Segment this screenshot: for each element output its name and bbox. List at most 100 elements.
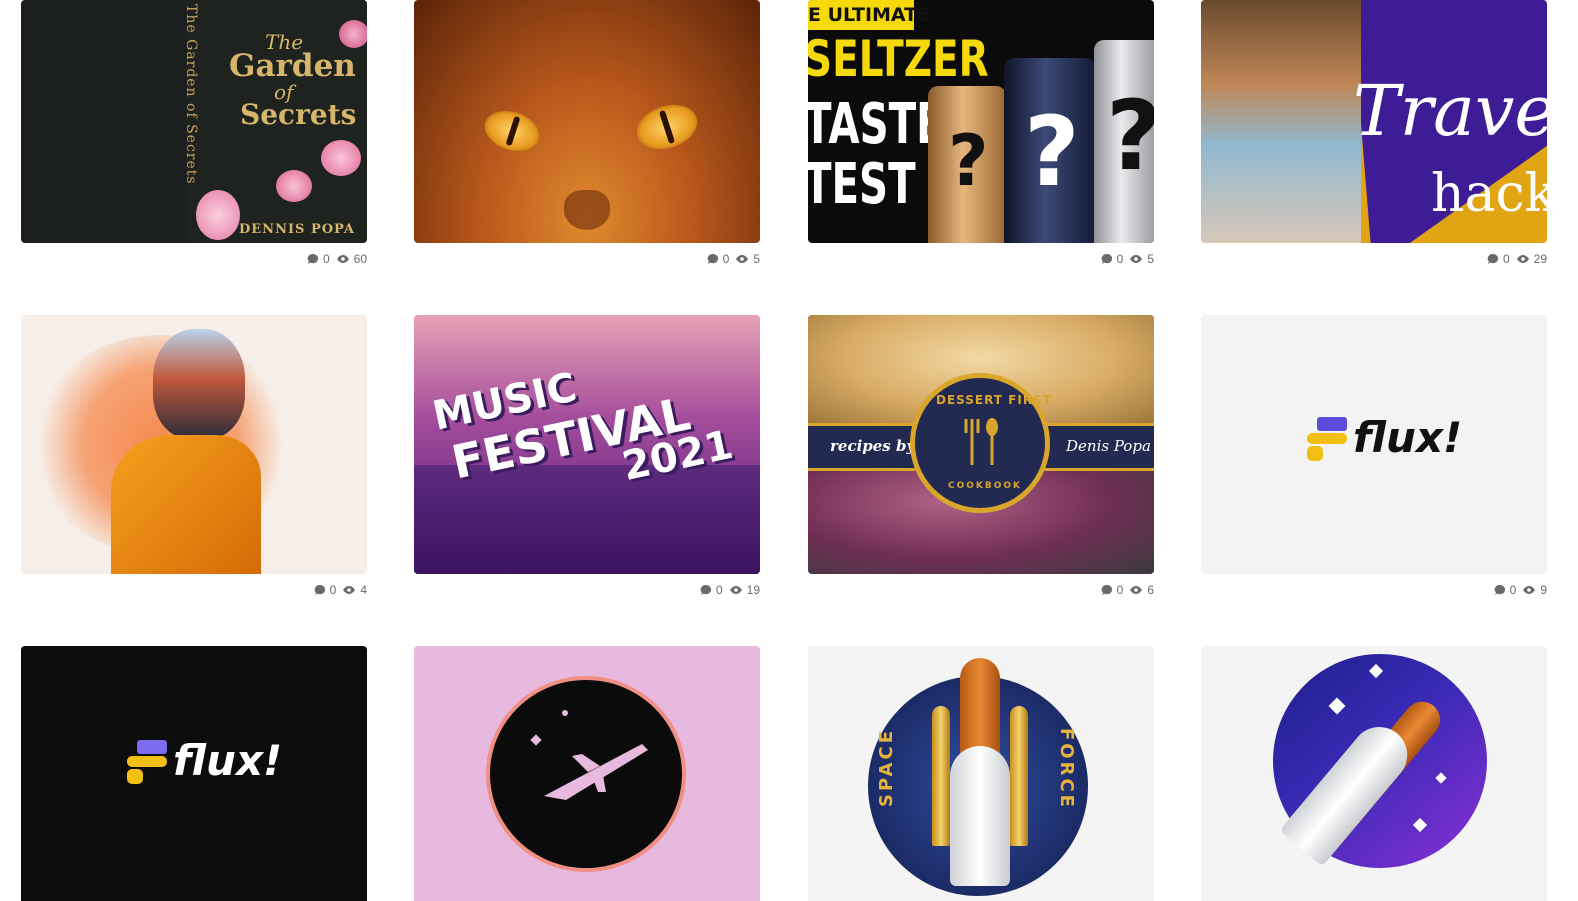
- rocket-booster: [932, 706, 950, 846]
- view-count: 60: [336, 252, 367, 266]
- project-thumbnail[interactable]: flux!: [21, 646, 367, 901]
- flower-shape: [321, 140, 361, 176]
- card-stats: 0 5: [1101, 252, 1154, 266]
- view-count-value: 5: [753, 252, 760, 266]
- project-card[interactable]: 0 5: [414, 0, 760, 266]
- card-stats: 0 6: [1101, 583, 1154, 597]
- comment-count: 0: [707, 252, 730, 266]
- project-card[interactable]: Travel hack 0 29: [1201, 0, 1547, 266]
- book-spine-title: The Garden of Secrets: [183, 4, 199, 185]
- person-head: [153, 329, 245, 439]
- view-count: 5: [1129, 252, 1154, 266]
- comment-count-value: 0: [1509, 583, 1517, 597]
- comment-count-value: 0: [1502, 252, 1510, 266]
- question-mark: ?: [1106, 80, 1154, 192]
- project-thumbnail[interactable]: The Garden of Secrets The Garden of Secr…: [21, 0, 367, 243]
- book-title-line: Garden: [229, 48, 356, 84]
- badge-left-text: SPACE: [876, 728, 897, 807]
- banner-text: E ULTIMATE: [808, 4, 931, 26]
- view-count-value: 4: [360, 583, 367, 597]
- eye-icon: [1130, 255, 1143, 263]
- project-thumbnail[interactable]: [21, 315, 367, 574]
- fork-spoon-icon: [964, 418, 998, 465]
- headline-line: hack: [1431, 164, 1547, 224]
- project-thumbnail[interactable]: [1201, 646, 1547, 901]
- eye-icon: [1130, 586, 1143, 594]
- book-title-line: Secrets: [240, 98, 357, 131]
- person-jacket: [111, 435, 261, 574]
- headline-line: SELTZER: [808, 30, 989, 88]
- comment-bubble-icon: [700, 584, 712, 595]
- question-mark: ?: [1024, 96, 1080, 208]
- eye-icon: [729, 586, 742, 594]
- project-thumbnail[interactable]: E ULTIMATE SELTZER TASTE TEST ? ? ?: [808, 0, 1154, 243]
- comment-count-value: 0: [1116, 583, 1124, 597]
- view-count-value: 6: [1147, 583, 1154, 597]
- project-card[interactable]: flux! 0 9: [1201, 315, 1547, 597]
- comment-count-value: 0: [715, 583, 723, 597]
- project-card[interactable]: E ULTIMATE SELTZER TASTE TEST ? ? ? 0 5: [808, 0, 1154, 266]
- badge-top-text: DESSERT FIRST: [936, 393, 1052, 407]
- comment-count-value: 0: [722, 252, 730, 266]
- view-count: 9: [1522, 583, 1547, 597]
- card-stats: 0 5: [707, 252, 760, 266]
- comment-count: 0: [1487, 252, 1510, 266]
- comment-count-value: 0: [329, 583, 337, 597]
- view-count: 6: [1129, 583, 1154, 597]
- card-stats: 0 4: [314, 583, 367, 597]
- view-count-value: 9: [1540, 583, 1547, 597]
- flower-shape: [339, 20, 367, 48]
- badge-bottom-text: COOKBOOK: [948, 481, 1023, 491]
- comment-bubble-icon: [307, 253, 319, 264]
- headline-line: Travel: [1353, 70, 1547, 152]
- eye-icon: [1516, 255, 1529, 263]
- project-card[interactable]: MUSIC FESTIVAL 2021 0 19: [414, 315, 760, 597]
- project-card[interactable]: SPACE FORCE: [808, 646, 1154, 901]
- project-thumbnail[interactable]: MUSIC FESTIVAL 2021: [414, 315, 760, 574]
- comment-bubble-icon: [1101, 584, 1112, 595]
- project-thumbnail[interactable]: flux!: [1201, 315, 1547, 574]
- comment-count: 0: [314, 583, 337, 597]
- flower-shape: [196, 190, 240, 240]
- view-count: 29: [1516, 252, 1547, 266]
- project-thumbnail[interactable]: [414, 646, 760, 901]
- project-card[interactable]: 0 4: [21, 315, 367, 597]
- eye-icon: [1523, 586, 1536, 594]
- view-count: 4: [342, 583, 367, 597]
- project-thumbnail[interactable]: [414, 0, 760, 243]
- headline-line: TASTE: [808, 92, 944, 157]
- question-mark: ?: [948, 120, 989, 202]
- comment-bubble-icon: [1487, 253, 1499, 264]
- comment-count-value: 0: [1116, 252, 1124, 266]
- view-count-value: 5: [1147, 252, 1154, 266]
- project-card[interactable]: recipes by: Denis Popa DESSERT FIRST COO…: [808, 315, 1154, 597]
- project-thumbnail[interactable]: SPACE FORCE: [808, 646, 1154, 901]
- project-thumbnail[interactable]: Travel hack: [1201, 0, 1547, 243]
- cat-nose: [564, 190, 610, 230]
- flux-logo-mark: [1307, 417, 1347, 461]
- card-stats: 0 29: [1487, 252, 1547, 266]
- eye-icon: [736, 255, 749, 263]
- rocket-booster: [1010, 706, 1028, 846]
- banner-right-text: Denis Popa: [1066, 437, 1151, 455]
- project-card[interactable]: [1201, 646, 1547, 901]
- comment-bubble-icon: [314, 584, 325, 595]
- banner-left-text: recipes by:: [830, 437, 921, 455]
- project-card[interactable]: The Garden of Secrets The Garden of Secr…: [21, 0, 367, 266]
- headline-line: TEST: [808, 152, 916, 217]
- project-card[interactable]: flux!: [21, 646, 367, 901]
- rocket-icon: [544, 744, 648, 800]
- comment-count: 0: [1494, 583, 1517, 597]
- comment-bubble-icon: [1494, 584, 1505, 595]
- badge-right-text: FORCE: [1056, 728, 1077, 810]
- view-count: 5: [735, 252, 760, 266]
- project-thumbnail[interactable]: recipes by: Denis Popa DESSERT FIRST COO…: [808, 315, 1154, 574]
- photo-subject: [1201, 0, 1361, 243]
- flower-shape: [276, 170, 312, 202]
- flux-logo-text: flux!: [173, 736, 283, 785]
- project-card[interactable]: [414, 646, 760, 901]
- eye-icon: [343, 586, 356, 594]
- comment-count: 0: [1101, 583, 1124, 597]
- comment-count: 0: [307, 252, 330, 266]
- flux-logo-mark: [127, 740, 167, 784]
